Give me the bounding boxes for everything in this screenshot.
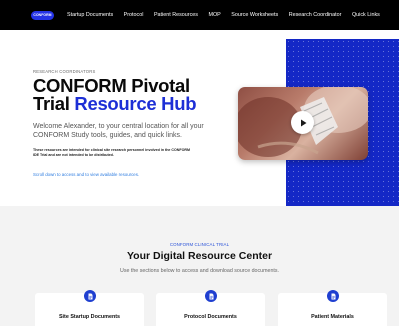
- nav-item-mop[interactable]: MOP: [208, 12, 220, 18]
- nav-item-startup-documents[interactable]: Startup Documents: [67, 12, 113, 18]
- conform-logo[interactable]: CONFORM: [31, 10, 54, 20]
- title-accent: Resource Hub: [74, 92, 197, 114]
- title-line-2: Trial Resource Hub: [33, 92, 233, 114]
- top-nav: CONFORM Startup Documents Protocol Patie…: [0, 0, 399, 30]
- title-plain: Trial: [33, 92, 75, 114]
- nav-item-source-worksheets[interactable]: Source Worksheets: [231, 12, 278, 18]
- nav-item-protocol[interactable]: Protocol: [124, 12, 144, 18]
- page-title: CONFORM Pivotal Trial Resource Hub: [33, 77, 233, 114]
- play-icon: [300, 119, 306, 126]
- document-icon: [327, 290, 339, 302]
- resource-center-subtitle: Use the sections below to access and dow…: [120, 268, 279, 274]
- nav-item-patient-resources[interactable]: Patient Resources: [154, 12, 198, 18]
- nav-item-quick-links[interactable]: Quick Links: [352, 12, 380, 18]
- card-label: Protocol Documents: [184, 314, 237, 320]
- document-icon: [205, 290, 217, 302]
- hero-text: RESEARCH COORDINATORS CONFORM Pivotal Tr…: [33, 69, 233, 177]
- disclaimer-text: These resources are intended for clinica…: [33, 148, 190, 157]
- card-label: Site Startup Documents: [58, 314, 121, 320]
- welcome-text: Welcome Alexander, to your central locat…: [33, 123, 204, 139]
- video-player[interactable]: [238, 87, 368, 160]
- hero-section: RESEARCH COORDINATORS CONFORM Pivotal Tr…: [0, 30, 399, 206]
- resource-center-section: CONFORM CLINICAL TRIAL Your Digital Reso…: [0, 206, 399, 326]
- hero-eyebrow: RESEARCH COORDINATORS: [33, 69, 96, 74]
- nav-item-research-coordinator[interactable]: Research Coordinator: [289, 12, 342, 18]
- card-label: Patient Materials: [311, 314, 354, 320]
- document-icon: [84, 290, 96, 302]
- card-site-startup-documents[interactable]: Site Startup Documents: [35, 290, 144, 326]
- logo-text: CONFORM: [33, 13, 52, 17]
- play-button[interactable]: [291, 111, 314, 134]
- scroll-down-link[interactable]: Scroll down to access and to view availa…: [33, 172, 233, 177]
- card-protocol-documents[interactable]: Protocol Documents: [156, 290, 265, 326]
- resource-center-title: Your Digital Resource Center: [126, 250, 273, 262]
- card-patient-materials[interactable]: Patient Materials: [278, 290, 387, 326]
- page: CONFORM Startup Documents Protocol Patie…: [0, 0, 399, 326]
- resource-center-eyebrow: CONFORM CLINICAL TRIAL: [169, 242, 230, 247]
